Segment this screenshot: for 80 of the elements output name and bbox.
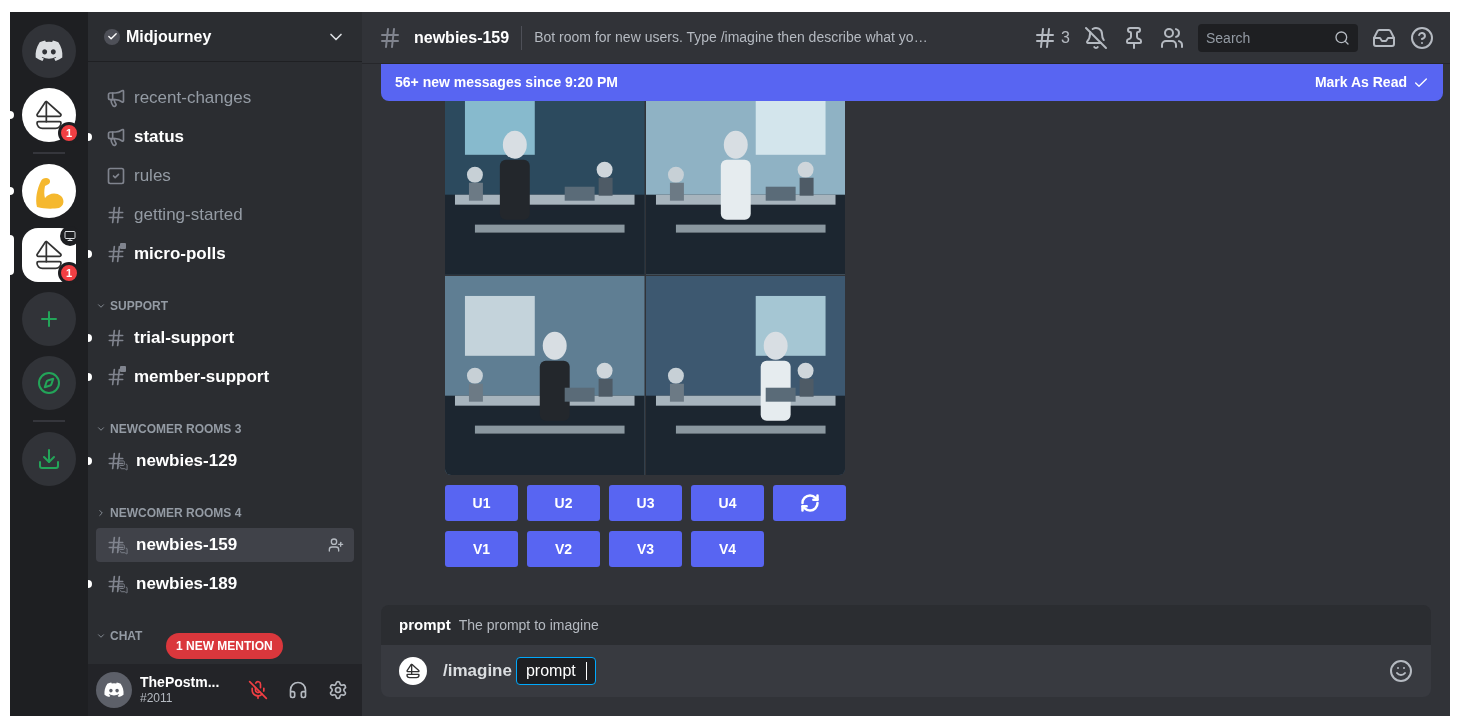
search-icon xyxy=(1334,29,1350,46)
help-icon[interactable] xyxy=(1410,25,1434,50)
username: ThePostm... xyxy=(140,673,221,692)
member-list-icon[interactable] xyxy=(1160,25,1184,50)
threads-button[interactable]: 3 xyxy=(1033,25,1070,50)
channel-item[interactable]: micro-polls xyxy=(96,236,354,271)
mention-badge[interactable]: 1 NEW MENTION xyxy=(166,633,283,659)
category-header[interactable]: NEWCOMER ROOMS 4 xyxy=(96,480,354,525)
channel-item[interactable]: status xyxy=(96,119,354,154)
user-avatar[interactable] xyxy=(96,672,132,708)
server-button[interactable] xyxy=(22,164,76,218)
channel-item[interactable]: newbies-159 xyxy=(96,527,354,562)
bot-avatar xyxy=(399,657,427,685)
channel-name: newbies-129 xyxy=(136,449,239,472)
megaphone-icon xyxy=(106,126,126,147)
channel-name: status xyxy=(134,125,186,148)
channel-item[interactable]: newbies-129 xyxy=(96,443,354,478)
image-action-button[interactable]: V4 xyxy=(691,531,764,567)
settings-icon xyxy=(328,680,348,700)
user-tag: #2011 xyxy=(140,691,234,707)
option-name: prompt xyxy=(399,614,451,635)
locked-hash-icon xyxy=(106,366,126,387)
banner-text: 56+ new messages since 9:20 PM xyxy=(395,73,618,92)
channel-name: micro-polls xyxy=(134,242,227,265)
channel-item[interactable]: newbies-189 xyxy=(96,566,354,601)
image-action-button[interactable]: U1 xyxy=(445,485,518,521)
autocomplete-option[interactable]: prompt The prompt to imagine xyxy=(381,605,1431,645)
channel-name: recent-changes xyxy=(134,86,253,109)
mute-bell-icon[interactable] xyxy=(1084,25,1108,50)
verified-icon xyxy=(104,28,120,45)
headphones-icon xyxy=(288,680,308,700)
download-icon xyxy=(37,447,61,471)
sailboat-icon xyxy=(33,239,65,271)
channel-item[interactable]: recent-changes xyxy=(96,80,354,115)
channel-name: trial-support xyxy=(134,326,236,349)
option-description: The prompt to imagine xyxy=(458,615,599,635)
channel-title: newbies-159 xyxy=(414,27,510,48)
server-button[interactable]: 1 xyxy=(22,228,76,282)
channel-name: newbies-159 xyxy=(136,533,239,556)
image-action-button[interactable]: U3 xyxy=(609,485,682,521)
search-field[interactable]: Search xyxy=(1198,23,1358,52)
channel-name: member-support xyxy=(134,365,271,388)
notification-badge: 1 xyxy=(58,122,80,144)
emoji-icon[interactable] xyxy=(1389,659,1413,683)
channel-item[interactable]: trial-support xyxy=(96,320,354,355)
mark-as-read-button[interactable]: Mark As Read xyxy=(1314,72,1429,93)
channel-name: rules xyxy=(134,164,172,187)
image-action-button[interactable]: U4 xyxy=(691,485,764,521)
category-header[interactable]: NEWCOMER ROOMS 3 xyxy=(96,396,354,441)
invite-icon xyxy=(328,536,344,553)
image-action-button[interactable]: V3 xyxy=(609,531,682,567)
channel-name: newbies-189 xyxy=(136,572,239,595)
server-name: Midjourney xyxy=(126,26,213,47)
image-action-button[interactable]: V1 xyxy=(445,531,518,567)
command-name: /imagine xyxy=(443,660,512,683)
reroll-button[interactable] xyxy=(773,485,846,521)
discord-logo-icon xyxy=(104,680,124,700)
locked-hash-icon xyxy=(106,243,126,264)
hash-icon xyxy=(106,204,126,225)
channel-item[interactable]: getting-started xyxy=(96,197,354,232)
chevron-right-icon xyxy=(96,507,106,518)
megaphone-icon xyxy=(106,87,126,108)
new-messages-banner[interactable]: 56+ new messages since 9:20 PM Mark As Read xyxy=(381,64,1443,101)
image-action-button[interactable]: V2 xyxy=(527,531,600,567)
server-button[interactable]: 1 xyxy=(22,88,76,142)
image-action-button[interactable]: U2 xyxy=(527,485,600,521)
category-header[interactable]: SUPPORT xyxy=(96,273,354,318)
channel-item[interactable]: rules xyxy=(96,158,354,193)
checkbox-icon xyxy=(106,165,126,186)
sailboat-icon xyxy=(33,99,65,131)
channel-item[interactable]: member-support xyxy=(96,359,354,394)
muted-microphone-icon xyxy=(248,680,268,700)
channel-name: getting-started xyxy=(134,203,244,226)
server-header[interactable]: Midjourney xyxy=(88,12,362,62)
parameter-field[interactable]: prompt xyxy=(515,657,596,685)
notification-badge: 1 xyxy=(58,262,80,284)
compass-icon xyxy=(37,371,61,395)
hash-icon xyxy=(106,327,126,348)
refresh-icon xyxy=(799,493,820,513)
channel-topic: Bot room for new users. Type /imagine then describe what yo… xyxy=(534,28,928,47)
